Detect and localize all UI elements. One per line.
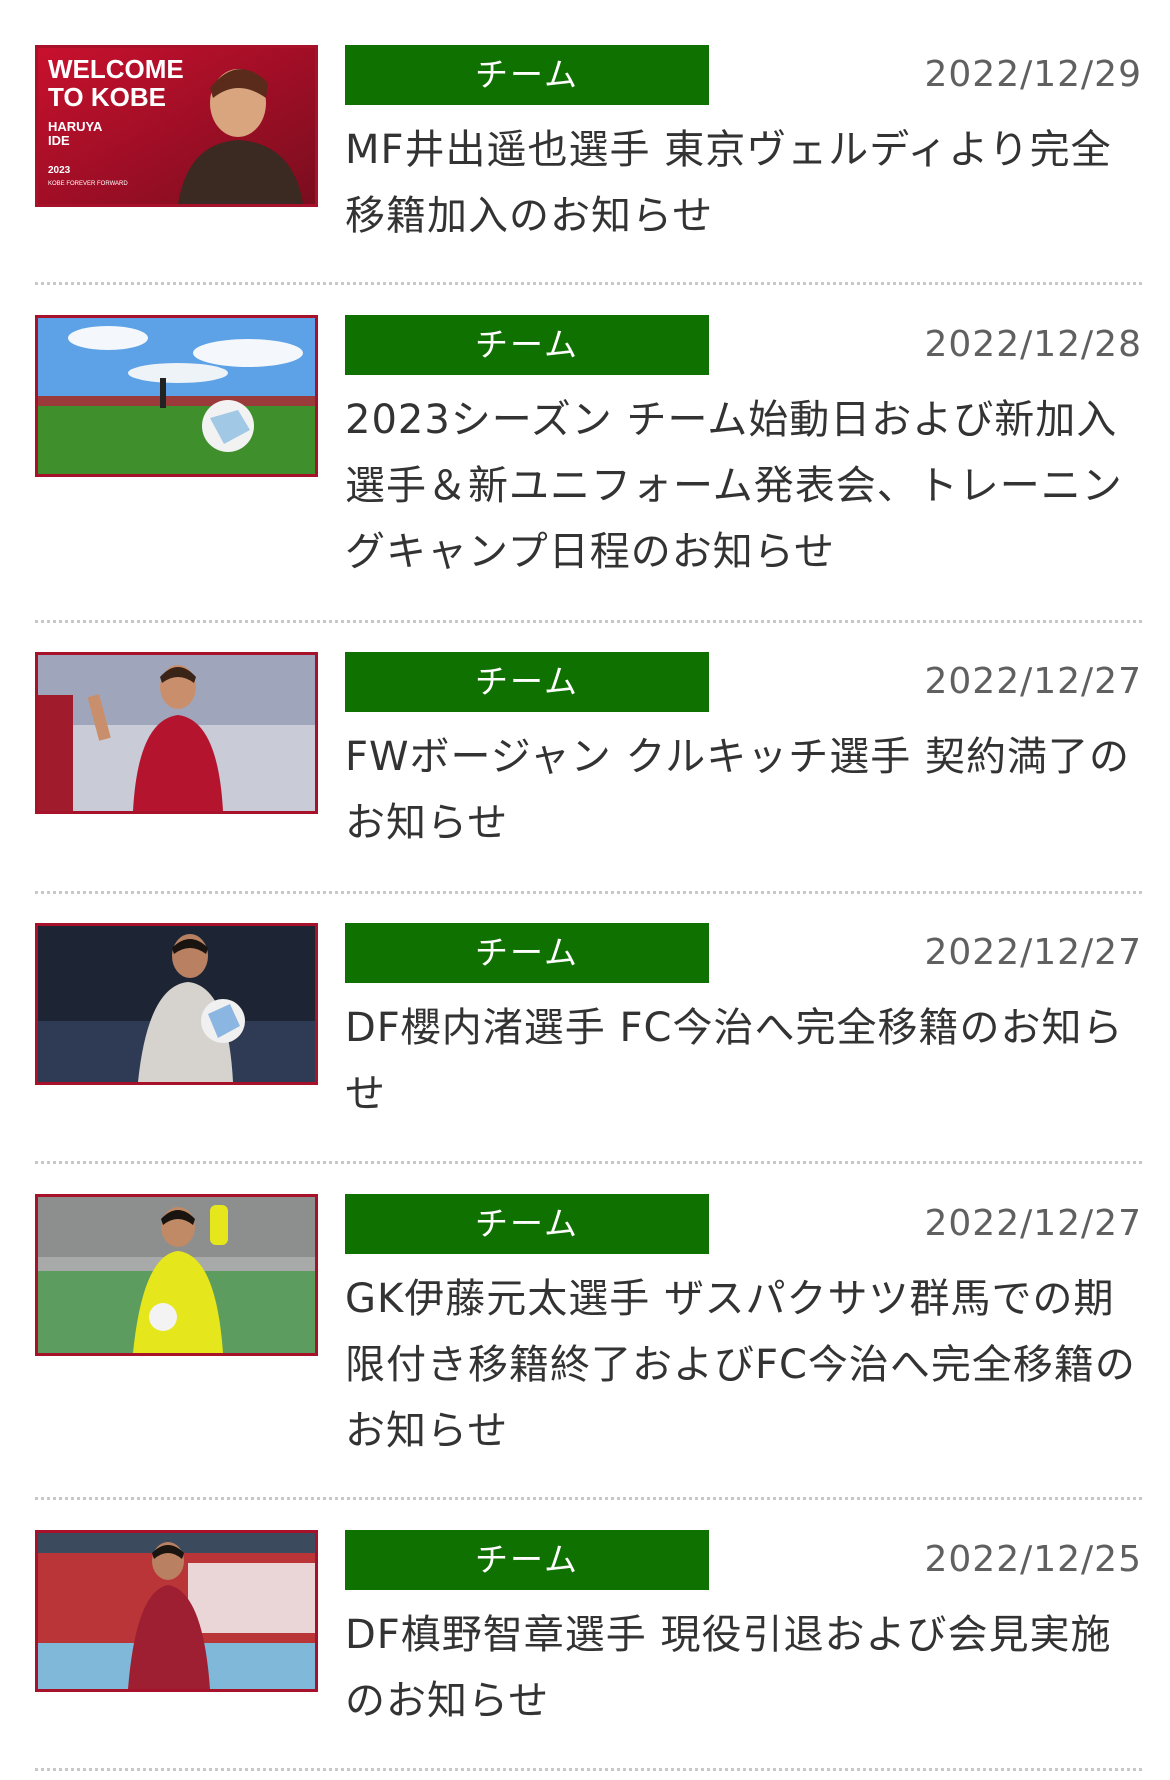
goalkeeper-photo — [38, 1197, 315, 1353]
player-photo — [38, 926, 315, 1082]
divider — [35, 891, 1142, 894]
welcome-graphic: WELCOME TO KOBE HARUYA IDE 2023 KOBE FOR… — [38, 48, 315, 204]
news-date: 2022/12/28 — [924, 324, 1142, 365]
news-title[interactable]: DF槙野智章選手 現役引退および会見実施のお知らせ — [345, 1602, 1145, 1734]
news-title[interactable]: 2023シーズン チーム始動日および新加入選手＆新ユニフォーム発表会、トレーニン… — [345, 387, 1145, 585]
news-date: 2022/12/25 — [924, 1539, 1142, 1580]
divider — [35, 282, 1142, 285]
player-photo — [38, 1533, 315, 1689]
graphic-text: WELCOME — [48, 54, 184, 84]
graphic-text: HARUYA — [48, 119, 103, 134]
news-date: 2022/12/29 — [924, 54, 1142, 95]
news-thumbnail[interactable] — [35, 923, 318, 1085]
pitch-photo — [38, 318, 315, 474]
divider — [35, 1161, 1142, 1164]
news-title[interactable]: DF櫻内渚選手 FC今治へ完全移籍のお知らせ — [345, 995, 1145, 1127]
news-thumbnail[interactable] — [35, 1530, 318, 1692]
graphic-text: 2023 — [48, 165, 71, 176]
news-date: 2022/12/27 — [924, 932, 1142, 973]
player-photo — [38, 655, 315, 811]
divider — [35, 620, 1142, 623]
news-title[interactable]: MF井出遥也選手 東京ヴェルディより完全移籍加入のお知らせ — [345, 117, 1145, 249]
category-badge[interactable]: チーム — [345, 923, 709, 983]
category-badge[interactable]: チーム — [345, 1530, 709, 1590]
category-badge[interactable]: チーム — [345, 652, 709, 712]
divider — [35, 1768, 1142, 1771]
graphic-text: IDE — [48, 133, 70, 148]
news-date: 2022/12/27 — [924, 1203, 1142, 1244]
category-badge[interactable]: チーム — [345, 1194, 709, 1254]
category-badge[interactable]: チーム — [345, 315, 709, 375]
news-date: 2022/12/27 — [924, 661, 1142, 702]
divider — [35, 1497, 1142, 1500]
category-badge[interactable]: チーム — [345, 45, 709, 105]
news-title[interactable]: GK伊藤元太選手 ザスパクサツ群馬での期限付き移籍終了およびFC今治へ完全移籍の… — [345, 1266, 1145, 1464]
news-thumbnail[interactable] — [35, 1194, 318, 1356]
graphic-text: KOBE FOREVER FORWARD — [48, 181, 128, 187]
news-title[interactable]: FWボージャン クルキッチ選手 契約満了のお知らせ — [345, 724, 1145, 856]
news-thumbnail[interactable] — [35, 652, 318, 814]
graphic-text: TO KOBE — [48, 82, 166, 112]
news-thumbnail[interactable]: WELCOME TO KOBE HARUYA IDE 2023 KOBE FOR… — [35, 45, 318, 207]
news-thumbnail[interactable] — [35, 315, 318, 477]
news-list: WELCOME TO KOBE HARUYA IDE 2023 KOBE FOR… — [0, 0, 1170, 1780]
